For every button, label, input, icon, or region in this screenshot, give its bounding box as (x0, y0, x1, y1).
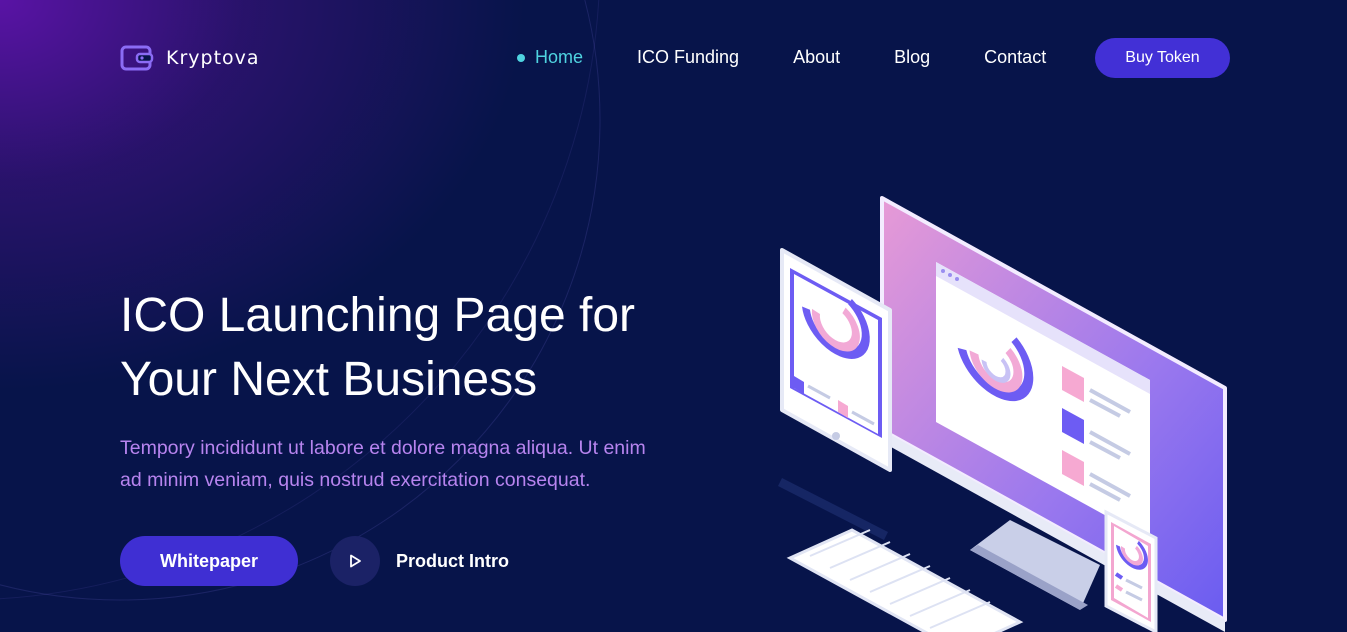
hero-text-line1: Tempory incididunt ut labore et dolore m… (120, 437, 646, 459)
nav-item-contact[interactable]: Contact (984, 47, 1046, 68)
nav-item-ico-funding[interactable]: ICO Funding (637, 47, 739, 68)
product-intro-label: Product Intro (396, 550, 509, 571)
hero-title-line1: ICO Launching Page for (120, 289, 635, 342)
hero-description: Tempory incididunt ut labore et dolore m… (120, 432, 680, 496)
active-dot-icon (517, 53, 525, 62)
hero-title: ICO Launching Page for Your Next Busines… (120, 284, 720, 412)
nav-item-about[interactable]: About (793, 47, 840, 68)
nav-label-home: Home (535, 47, 584, 67)
main-nav: Home ICO Funding About Blog Contact (517, 47, 1100, 68)
devices-illustration (778, 196, 1227, 632)
brand-name: Kryptova (166, 47, 260, 69)
buy-token-button[interactable]: Buy Token (1095, 38, 1230, 78)
play-button-circle[interactable] (330, 536, 380, 586)
nav-item-blog[interactable]: Blog (894, 47, 930, 68)
nav-item-home[interactable]: Home (517, 47, 583, 68)
hero-title-line2: Your Next Business (120, 353, 538, 406)
brand-logo[interactable]: Kryptova (120, 44, 260, 72)
hero-text-line2: ad minim veniam, quis nostrud exercitati… (120, 469, 591, 491)
product-intro-button[interactable]: Product Intro (330, 536, 509, 586)
wallet-icon (120, 45, 154, 71)
play-icon (350, 554, 361, 568)
whitepaper-button[interactable]: Whitepaper (120, 536, 298, 586)
